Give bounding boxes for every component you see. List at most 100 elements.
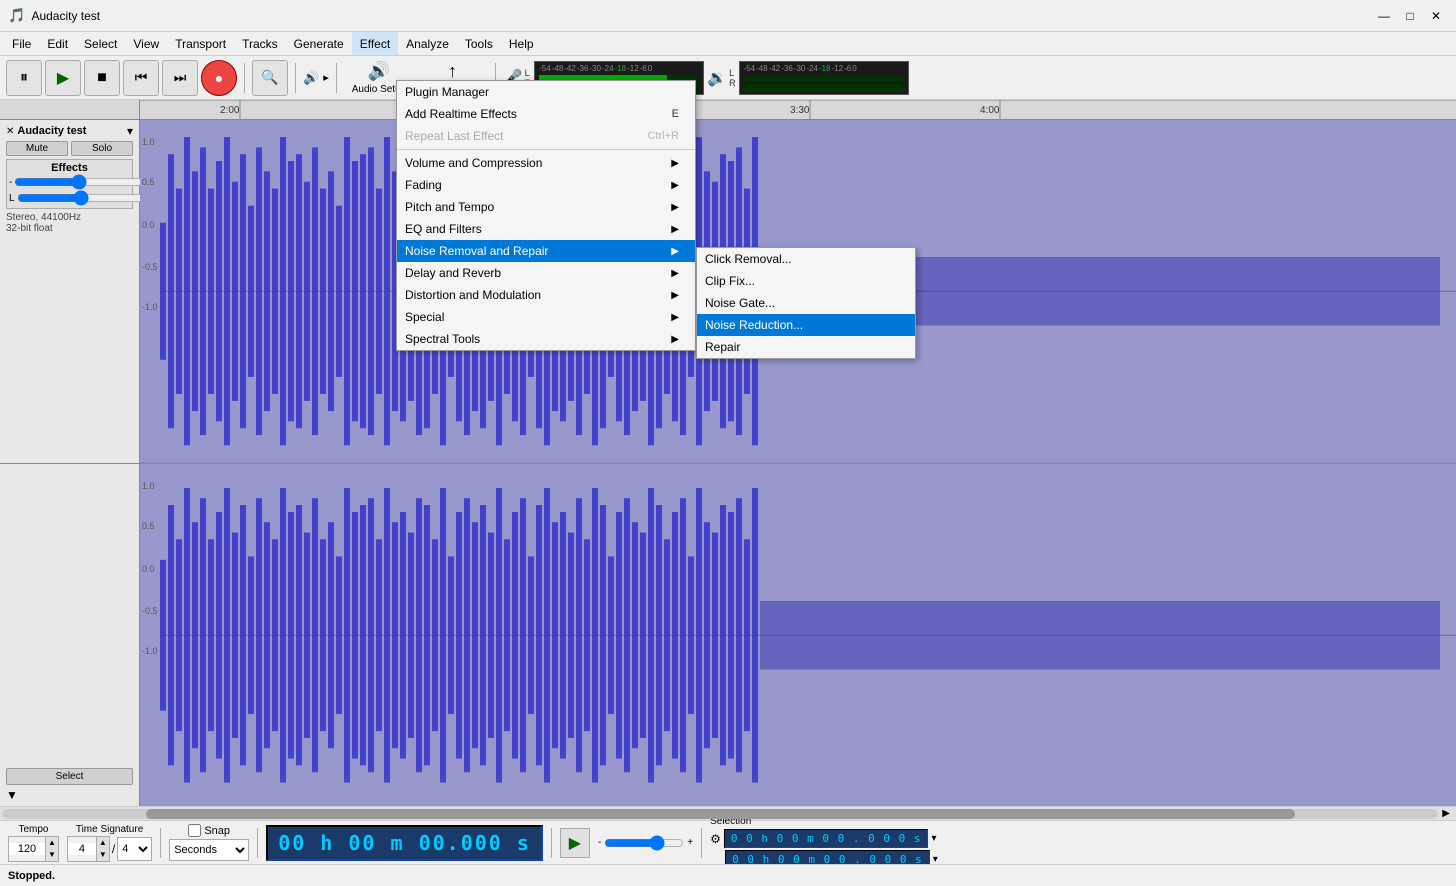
effect-pitch-tempo[interactable]: Pitch and Tempo ▶ — [397, 196, 695, 218]
volume-label: ▸ — [323, 71, 329, 84]
mute-solo-row: Mute Solo — [6, 141, 133, 156]
special-label: Special — [405, 310, 444, 324]
tempo-input[interactable] — [9, 843, 45, 855]
close-button[interactable]: ✕ — [1424, 6, 1448, 26]
selection-row-1: ⚙ 0 0 h 0 0 m 0 0 . 0 0 0 s ▾ — [710, 829, 938, 848]
time-sig-num-group: ▲ ▼ — [67, 836, 110, 862]
ts-num-down[interactable]: ▼ — [97, 849, 109, 861]
effect-add-realtime[interactable]: Add Realtime Effects E — [397, 103, 695, 125]
lr-labels-out: L R — [729, 68, 736, 88]
speaker-icon: 🔉 — [707, 68, 727, 88]
noise-reduction[interactable]: Noise Reduction... — [697, 314, 915, 336]
effects-label: Effects — [9, 162, 130, 174]
speaker-area: 🔉 L R — [707, 68, 735, 88]
window-title: Audacity test — [31, 9, 1448, 23]
noise-gate[interactable]: Noise Gate... — [697, 292, 915, 314]
effect-noise-removal[interactable]: Noise Removal and Repair ▶ — [397, 240, 695, 262]
fading-arrow: ▶ — [671, 180, 679, 191]
effect-delay-reverb[interactable]: Delay and Reverb ▶ — [397, 262, 695, 284]
horizontal-scrollbar[interactable]: ▶ — [0, 806, 1456, 820]
skip-start-button[interactable]: ⏮ — [123, 60, 159, 96]
time-sig-label: Time Signature — [76, 824, 143, 835]
effect-plugin-manager[interactable]: Plugin Manager — [397, 81, 695, 103]
left-label: L — [525, 68, 532, 78]
pause-button[interactable]: ⏸ — [6, 60, 42, 96]
select-button[interactable]: Select — [6, 768, 133, 785]
menu-transport[interactable]: Transport — [167, 32, 234, 55]
record-button[interactable]: ● — [201, 60, 237, 96]
down-arrow-icon: ▼ — [6, 788, 18, 802]
repair-label: Repair — [705, 340, 740, 354]
menu-edit[interactable]: Edit — [39, 32, 76, 55]
menu-select[interactable]: Select — [76, 32, 125, 55]
clip-fix-label: Clip Fix... — [705, 274, 755, 288]
noise-gate-label: Noise Gate... — [705, 296, 775, 310]
zoom-tool-button[interactable]: 🔍 — [252, 60, 288, 96]
playback-vol-slider[interactable] — [604, 835, 684, 851]
mute-button[interactable]: Mute — [6, 141, 68, 156]
skip-end-button[interactable]: ⏭ — [162, 60, 198, 96]
tempo-control: Tempo ▲ ▼ — [8, 824, 59, 862]
tempo-up-btn[interactable]: ▲ — [46, 837, 58, 849]
effect-spectral-tools[interactable]: Spectral Tools ▶ — [397, 328, 695, 350]
play-from-start-btn[interactable]: ▶ — [560, 828, 590, 858]
pan-slider[interactable] — [17, 192, 146, 204]
scroll-right-arrow[interactable]: ▶ — [1438, 808, 1454, 819]
title-bar: 🎵 Audacity test — □ ✕ — [0, 0, 1456, 32]
noise-click-removal[interactable]: Click Removal... — [697, 248, 915, 270]
vol-max-icon: + — [687, 837, 693, 848]
menu-tools[interactable]: Tools — [457, 32, 501, 55]
ts-num-up[interactable]: ▲ — [97, 837, 109, 849]
toolbar-separator-2 — [295, 63, 296, 93]
bottom-toolbar: Tempo ▲ ▼ Time Signature ▲ ▼ — [0, 820, 1456, 864]
svg-text:0.0: 0.0 — [142, 220, 155, 230]
tempo-down-btn[interactable]: ▼ — [46, 849, 58, 861]
menu-file[interactable]: File — [4, 32, 39, 55]
gain-slider[interactable] — [14, 176, 143, 188]
menu-effect[interactable]: Effect — [352, 32, 398, 55]
stop-button[interactable]: ■ — [84, 60, 120, 96]
ruler-container: 2:00 2:30 3:00 3:30 4:00 — [0, 100, 1456, 120]
menu-view[interactable]: View — [125, 32, 167, 55]
time-sig-inputs: ▲ ▼ / 4816 — [67, 836, 152, 862]
effect-fading[interactable]: Fading ▶ — [397, 174, 695, 196]
snap-label: Snap — [204, 825, 230, 837]
selection-gear-icon[interactable]: ⚙ — [710, 832, 721, 846]
effect-volume-compression[interactable]: Volume and Compression ▶ — [397, 152, 695, 174]
track-side-panel-upper: ✕ Audacity test ▾ Mute Solo Effects - + — [0, 120, 140, 463]
ruler-ticks: 2:00 2:30 3:00 3:30 4:00 — [140, 100, 1456, 119]
menu-generate[interactable]: Generate — [286, 32, 352, 55]
effects-panel: Effects - + L R — [6, 159, 133, 209]
maximize-button[interactable]: □ — [1398, 6, 1422, 26]
time-sig-num-input[interactable] — [68, 843, 96, 855]
spectral-tools-arrow: ▶ — [671, 334, 679, 345]
track-dropdown-btn[interactable]: ▾ — [127, 124, 133, 138]
bottom-sep-4 — [701, 828, 702, 858]
effect-distortion-modulation[interactable]: Distortion and Modulation ▶ — [397, 284, 695, 306]
noise-repair[interactable]: Repair — [697, 336, 915, 358]
solo-button[interactable]: Solo — [71, 141, 133, 156]
output-vu-meter: -54-48-42-36-30-24-18-12-60 — [739, 61, 909, 95]
track-name-upper: Audacity test — [17, 125, 124, 137]
time-sig-den-select[interactable]: 4816 — [117, 837, 152, 861]
eq-filters-label: EQ and Filters — [405, 222, 482, 236]
eq-filters-arrow: ▶ — [671, 224, 679, 235]
menu-help[interactable]: Help — [501, 32, 542, 55]
volume-control: 🔊 ▸ — [303, 70, 329, 86]
svg-text:3:30: 3:30 — [790, 105, 810, 116]
svg-text:-0.5: -0.5 — [142, 262, 158, 272]
track-close-btn[interactable]: ✕ — [6, 126, 14, 137]
noise-clip-fix[interactable]: Clip Fix... — [697, 270, 915, 292]
play-button[interactable]: ▶ — [45, 60, 81, 96]
effect-special[interactable]: Special ▶ — [397, 306, 695, 328]
snap-checkbox[interactable] — [188, 824, 201, 837]
menu-tracks[interactable]: Tracks — [234, 32, 286, 55]
snap-unit-select[interactable]: Seconds Beats Measures — [169, 839, 249, 861]
play-toolbar: ⏸ ▶ ■ ⏮ ⏭ ● 🔍 🔊 ▸ 🔊 Audio Setup ↑ Share … — [0, 56, 1456, 100]
spectral-tools-label: Spectral Tools — [405, 332, 480, 346]
pitch-tempo-arrow: ▶ — [671, 202, 679, 213]
menu-analyze[interactable]: Analyze — [398, 32, 457, 55]
effect-eq-filters[interactable]: EQ and Filters ▶ — [397, 218, 695, 240]
selection-dropdown-1[interactable]: ▾ — [931, 833, 936, 844]
minimize-button[interactable]: — — [1372, 6, 1396, 26]
